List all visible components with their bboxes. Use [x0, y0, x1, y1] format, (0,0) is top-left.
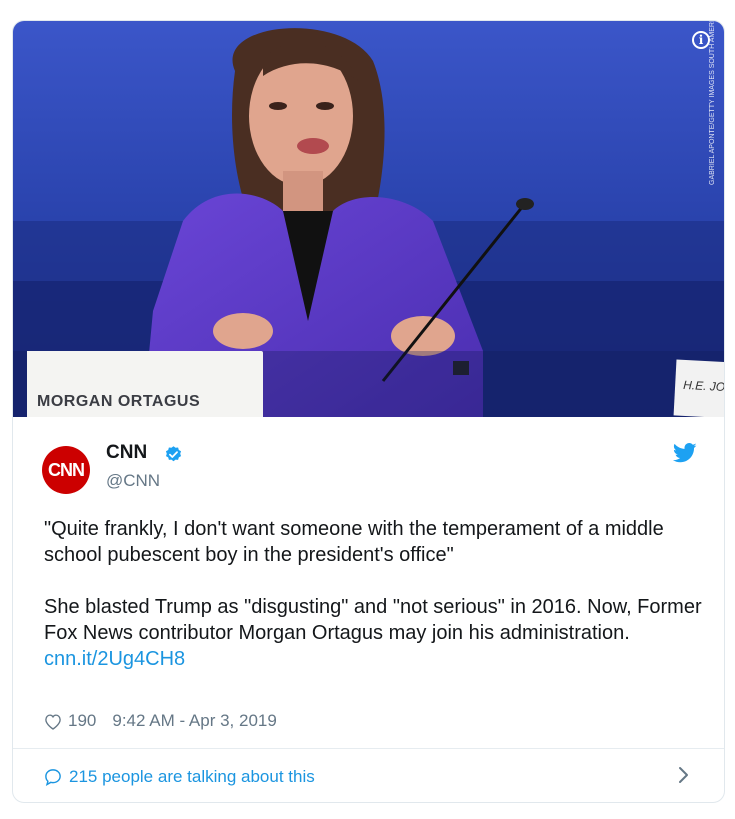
tweet-link[interactable]: cnn.it/2Ug4CH8 — [44, 648, 185, 670]
chevron-right-icon[interactable] — [676, 766, 690, 784]
avatar[interactable]: CNN — [42, 446, 90, 494]
avatar-logo-text: CNN — [48, 459, 85, 480]
author-name[interactable]: CNN — [106, 442, 147, 464]
tweet-body: She blasted Trump as "disgusting" and "n… — [44, 594, 704, 672]
photo-credit: GABRIEL APONTE/GETTY IMAGES SOUTH AMERIC… — [709, 21, 716, 185]
comment-bubble-icon — [45, 769, 61, 786]
timestamp[interactable]: 9:42 AM - Apr 3, 2019 — [112, 711, 276, 731]
placard-name: MORGAN ORTAGUS — [37, 393, 201, 410]
divider — [13, 748, 724, 749]
info-icon[interactable]: i — [692, 31, 710, 49]
talking-label: 215 people are talking about this — [69, 767, 315, 786]
second-placard: H.E. JOR — [673, 359, 724, 417]
heart-icon[interactable] — [44, 713, 62, 730]
conversation-link[interactable]: 215 people are talking about this — [44, 767, 315, 787]
embedded-tweet-card[interactable]: MORGAN ORTAGUS H.E. JOR i GABRIEL APONTE… — [12, 20, 725, 803]
twitter-bird-icon[interactable] — [673, 442, 697, 464]
like-count[interactable]: 190 — [68, 711, 96, 731]
verified-icon — [165, 446, 182, 462]
info-symbol: i — [698, 33, 704, 47]
tweet-photo[interactable]: MORGAN ORTAGUS H.E. JOR i GABRIEL APONTE… — [13, 21, 724, 417]
tweet-meta: 190 9:42 AM - Apr 3, 2019 — [44, 711, 277, 731]
name-placard: MORGAN ORTAGUS — [27, 351, 263, 417]
tweet-text: "Quite frankly, I don't want someone wit… — [44, 516, 704, 672]
placard-right-text: H.E. JOR — [682, 377, 724, 395]
tweet-body-text: She blasted Trump as "disgusting" and "n… — [44, 596, 702, 644]
author-handle[interactable]: @CNN — [106, 471, 160, 491]
tweet-quote: "Quite frankly, I don't want someone wit… — [44, 518, 664, 566]
